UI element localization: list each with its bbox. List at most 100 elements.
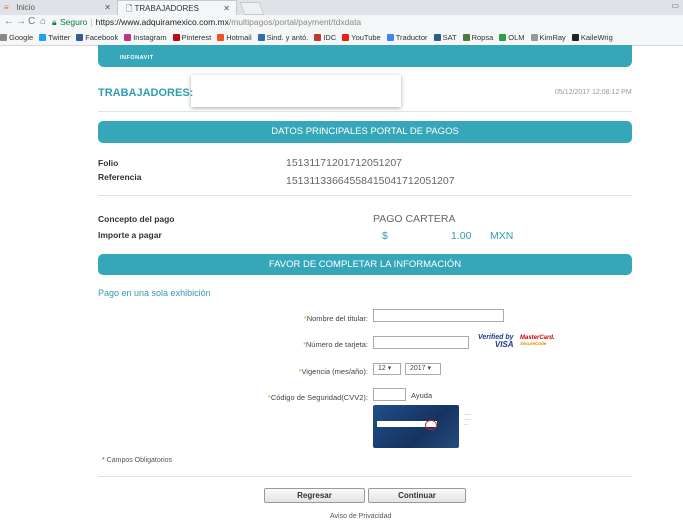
forward-icon[interactable]: → — [16, 16, 26, 27]
bookmark-label: Google — [9, 33, 34, 42]
secure-label: Seguro — [60, 17, 88, 27]
bookmark-label: SAT — [442, 33, 457, 42]
page-icon: 🗋 — [126, 4, 133, 13]
pago-una-exhibicion-link[interactable]: Pago en una sola exhibición — [98, 288, 211, 298]
divider — [98, 111, 632, 112]
bookmark-label: Facebook — [85, 33, 119, 42]
bookmark-item[interactable]: KimRay — [530, 31, 566, 45]
regresar-button[interactable]: Regresar — [264, 488, 365, 503]
tab-inicio[interactable]: ≡ Inicio ✕ — [0, 0, 117, 15]
cvv-illustration-caption: ····· ····· ··· — [464, 412, 471, 427]
bookmark-item[interactable]: Hotmail — [217, 31, 252, 45]
codigo-label: *Código de Seguridad(CVV2): — [267, 393, 368, 402]
worker-name-box — [191, 75, 401, 107]
anio-select[interactable]: 2017 ▾ — [405, 363, 441, 375]
bookmark-label: Sind. y antó. — [266, 33, 309, 42]
new-tab-button[interactable] — [239, 2, 265, 15]
mastercard-line2: SecureCode — [520, 341, 547, 346]
bookmark-label: Twitter — [48, 33, 71, 42]
bookmark-label: Ropsa — [471, 33, 494, 42]
tab-trabajadores[interactable]: 🗋 TRABAJADORES ✕ — [117, 0, 237, 15]
tab-trabajadores-label: TRABAJADORES — [134, 4, 199, 13]
idc-icon — [314, 34, 322, 41]
bookmark-label: IDC — [323, 33, 337, 42]
sat-icon — [433, 34, 441, 41]
folio-label: Folio — [98, 158, 119, 168]
bookmark-label: Instagram — [133, 33, 167, 42]
bookmark-item[interactable]: OLM — [499, 31, 525, 45]
bookmark-item[interactable]: YouTube — [342, 31, 381, 45]
numero-tarjeta-input[interactable] — [373, 336, 469, 349]
address-bar-row: ← → C ⌂ 🔒︎ Seguro | https://www.adquiramexi… — [0, 15, 683, 31]
tab-inicio-label: Inicio — [16, 3, 35, 12]
divider — [98, 476, 632, 477]
bookmark-item[interactable]: Instagram — [124, 31, 167, 45]
mes-select[interactable]: 12 ▾ — [373, 363, 401, 375]
lock-icon: 🔒︎ — [52, 17, 57, 27]
close-icon[interactable]: ✕ — [223, 1, 230, 16]
concepto-label: Concepto del pago — [98, 214, 175, 224]
importe-value: 1.00 — [451, 230, 472, 242]
divider — [98, 195, 632, 196]
bookmark-item[interactable]: IDC — [314, 31, 336, 45]
window-control-icon[interactable]: ▭ — [671, 1, 679, 10]
currency-symbol: $ — [382, 230, 388, 242]
importe-label: Importe a pagar — [98, 230, 162, 240]
campos-obligatorios-note: * Campos Obligatorios — [102, 457, 173, 464]
chevron-down-icon: ▾ — [427, 365, 432, 372]
youtube-icon — [342, 34, 350, 41]
bookmark-label: KaileWrig — [580, 33, 613, 42]
bookmark-label: Pinterest — [181, 33, 212, 42]
trabajadores-label: TRABAJADORES: — [98, 87, 194, 99]
referencia-value: 15131133664558415041712051207 — [286, 175, 455, 187]
cvv-input[interactable] — [373, 388, 406, 401]
translate-icon — [386, 34, 394, 41]
banner-logo-text: INFONAVIT — [120, 55, 154, 61]
concepto-value: PAGO CARTERA — [373, 213, 456, 225]
bookmark-label: Traductor — [395, 33, 428, 42]
bookmark-item[interactable]: Sind. y antó. — [257, 31, 309, 45]
back-icon[interactable]: ← — [4, 16, 14, 27]
verified-by-visa-logo: Verified by VISA — [478, 334, 514, 349]
mastercard-securecode-logo: MasterCard. SecureCode — [520, 335, 555, 347]
bookmark-item[interactable]: Facebook — [76, 31, 118, 45]
bookmark-item[interactable]: Twitter — [39, 31, 70, 45]
bookmark-item[interactable]: Pinterest — [172, 31, 212, 45]
kailewrig-icon — [571, 34, 579, 41]
verified-line2: VISA — [494, 340, 514, 349]
credit-card-cvv-illustration — [373, 405, 459, 448]
olm-icon — [499, 34, 507, 41]
section-datos-principales: DATOS PRINCIPALES PORTAL DE PAGOS — [98, 121, 632, 143]
referencia-label: Referencia — [98, 172, 142, 182]
close-icon[interactable]: ✕ — [104, 0, 111, 15]
bookmarks-bar: Google Twitter Facebook Instagram Pinterest H… — [0, 31, 683, 46]
bookmark-item[interactable]: Google — [0, 31, 33, 45]
bookmark-item[interactable]: SAT — [433, 31, 457, 45]
card-cvv-highlight — [425, 420, 437, 430]
facebook-icon — [76, 34, 84, 41]
pinterest-icon — [172, 34, 180, 41]
folio-value: 15131171201712051207 — [286, 157, 403, 169]
reload-icon[interactable]: C — [28, 16, 35, 27]
bookmark-label: Hotmail — [226, 33, 252, 42]
browser-tab-strip: ≡ Inicio ✕ 🗋 TRABAJADORES ✕ ▭ — [0, 0, 683, 16]
bookmark-item[interactable]: Traductor — [386, 31, 428, 45]
infonavit-banner: INFONAVIT — [98, 45, 632, 67]
instagram-icon — [124, 34, 132, 41]
continuar-button[interactable]: Continuar — [368, 488, 466, 503]
bookmark-item[interactable]: KaileWrig — [571, 31, 613, 45]
url-path: /multipagos/portal/payment/tdxdata — [228, 17, 362, 27]
home-icon[interactable]: ⌂ — [40, 16, 46, 27]
aviso-privacidad-link[interactable]: Aviso de Privacidad — [330, 513, 391, 520]
nombre-titular-input[interactable] — [373, 309, 504, 322]
sind-icon — [257, 34, 265, 41]
currency-code: MXN — [490, 230, 514, 242]
url-host: https://www.adquiramexico.com.mx — [95, 17, 229, 27]
url-separator: | — [90, 17, 93, 27]
url-input[interactable]: 🔒︎ Seguro | https://www.adquiramexico.com.m… — [52, 16, 673, 29]
bookmark-label: OLM — [508, 33, 525, 42]
bookmark-label: YouTube — [351, 33, 381, 42]
kimray-icon — [530, 34, 538, 41]
bookmark-item[interactable]: Ropsa — [462, 31, 494, 45]
ayuda-link[interactable]: Ayuda — [411, 391, 432, 400]
